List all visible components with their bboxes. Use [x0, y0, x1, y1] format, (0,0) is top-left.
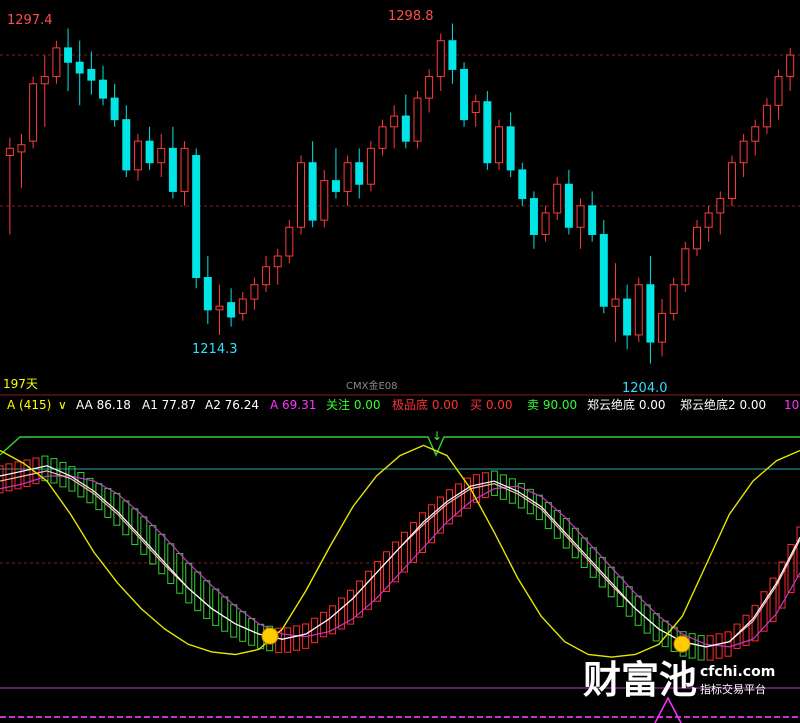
candle-body	[250, 284, 259, 300]
candle-body	[716, 198, 725, 214]
candle-body	[611, 298, 620, 307]
candle-body	[52, 47, 61, 78]
period-label: 197天	[3, 377, 38, 391]
candle-body	[227, 302, 236, 318]
candle-body	[646, 284, 655, 343]
candle-body	[40, 76, 49, 85]
candle-body	[203, 277, 212, 311]
candle-body	[471, 101, 480, 113]
candle-body	[704, 212, 713, 228]
candle-body	[308, 162, 317, 221]
candle-body	[64, 47, 73, 63]
candle-body	[553, 183, 562, 214]
legend-item: 关注 0.00	[326, 397, 381, 412]
candle-body	[588, 205, 597, 235]
annotation-low-1: 1214.3	[192, 342, 238, 357]
candle-body	[297, 162, 305, 228]
candle-body	[331, 180, 340, 192]
candle-body	[634, 284, 643, 336]
candle-body	[436, 40, 445, 78]
legend-item: 卖 90.00	[527, 398, 577, 412]
candle-body	[378, 126, 387, 149]
legend-item: AA 86.18	[76, 398, 131, 412]
candle-body	[168, 147, 177, 192]
candle-body	[320, 180, 329, 221]
legend-item: 郑云绝底 0.00	[587, 397, 666, 412]
watermark-tagline: 指标交易平台	[700, 682, 766, 696]
legend-item: 10	[784, 398, 799, 412]
candle-body	[110, 97, 119, 121]
legend-item: A1 77.87	[142, 398, 196, 412]
legend-item: ∨	[58, 398, 67, 412]
candle-body	[215, 305, 224, 311]
legend-item: 买 0.00	[470, 398, 513, 412]
candle-body	[75, 61, 84, 74]
candle-body	[87, 68, 96, 81]
candle-body	[145, 140, 154, 164]
legend-item: A2 76.24	[205, 398, 259, 412]
indicator-legend: A (415) ∨ AA 86.18 A1 77.87 A2 76.24 A 69.31 关…	[7, 397, 799, 412]
symbol-label: CMX金E08	[346, 379, 398, 392]
candle-body	[366, 147, 375, 185]
annotation-low-2: 1204.0	[622, 381, 668, 396]
candle-body	[564, 183, 573, 228]
chart-canvas: ↓ A (415) ∨ AA 86.18 A1 77.87 A2 76.24 A 69.3…	[0, 0, 800, 723]
smiley-icon	[673, 635, 691, 653]
legend-item: 极品底 0.00	[392, 397, 459, 412]
candle-body	[541, 212, 550, 235]
candle-body	[355, 162, 364, 185]
candle-body	[774, 76, 783, 106]
candle-body	[506, 126, 515, 171]
candle-body	[343, 162, 352, 192]
candle-body	[693, 226, 701, 250]
background	[0, 0, 800, 723]
candle-body	[518, 169, 527, 200]
watermark-brand: 财富池	[583, 658, 697, 702]
candle-body	[495, 126, 503, 164]
candle-body	[29, 83, 38, 142]
candle-body	[413, 97, 422, 142]
watermark-domain: cfchi.com	[700, 664, 775, 680]
candle-body	[238, 298, 247, 314]
candle-body	[157, 147, 166, 164]
candle-body	[425, 76, 434, 99]
candle-body	[762, 104, 771, 128]
candle-body	[751, 126, 760, 142]
candle-body	[180, 147, 189, 192]
candle-body	[192, 155, 201, 279]
candle-body	[285, 226, 294, 257]
candle-body	[529, 198, 538, 235]
legend-item: 郑云绝底2 0.00	[680, 397, 766, 412]
candle-body	[786, 54, 795, 78]
candle-body	[658, 312, 667, 343]
legend-item: A 69.31	[270, 398, 316, 412]
candle-body	[460, 68, 469, 121]
candle-body	[576, 205, 585, 228]
candle-body	[401, 115, 410, 142]
annotation-high-2: 1298.8	[388, 9, 434, 24]
candle-body	[99, 79, 107, 99]
annotation-high-1: 1297.4	[7, 13, 53, 28]
candle-body	[739, 140, 748, 164]
smiley-icon	[261, 627, 279, 645]
candle-body	[17, 144, 26, 153]
candle-body	[623, 298, 632, 336]
candle-body	[448, 40, 457, 70]
candle-body	[390, 115, 399, 128]
candle-body	[669, 284, 678, 314]
arrow-mark: ↓	[432, 429, 442, 443]
legend-item: A (415)	[7, 398, 51, 412]
candle-body	[122, 119, 131, 171]
candle-body	[133, 140, 142, 171]
candle-body	[262, 266, 271, 286]
candle-body	[681, 248, 690, 286]
candle-body	[5, 147, 14, 157]
candle-body	[727, 162, 736, 200]
candle-body	[273, 255, 282, 268]
candle-body	[599, 233, 608, 307]
candle-body	[483, 101, 492, 164]
